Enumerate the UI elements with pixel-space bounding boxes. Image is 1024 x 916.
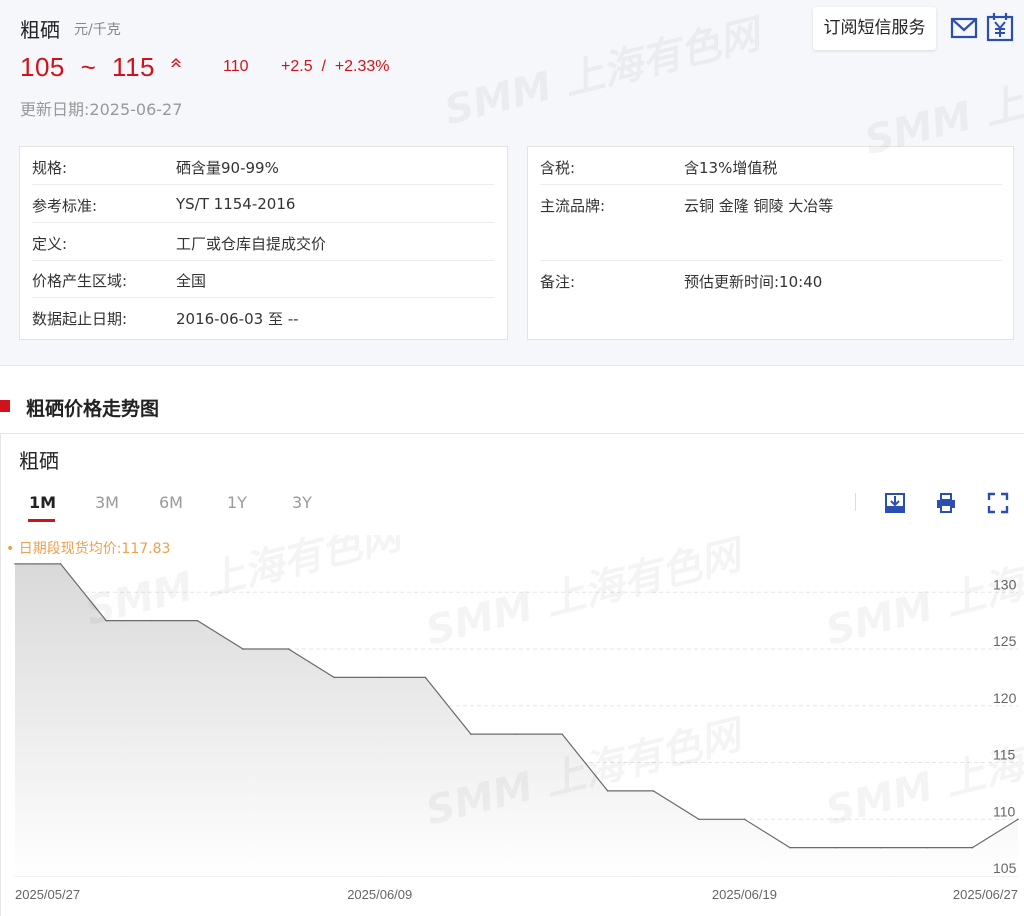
price-change: +2.5 / +2.33% [281, 58, 390, 75]
x-tick-label: 2025/06/19 [712, 887, 777, 902]
spec-key: 价格产生区域: [32, 272, 128, 290]
toolbar-divider [855, 493, 856, 511]
spec-row: 备注: 预估更新时间:10:40 [540, 261, 1002, 299]
price-low: 105 [20, 52, 65, 82]
update-label: 更新日期: [20, 100, 90, 119]
data-point [971, 846, 974, 849]
subscribe-sms-button[interactable]: 订阅短信服务 [813, 7, 936, 50]
data-point [196, 619, 199, 622]
spec-row: 数据起止日期: 2016-06-03 至 -- [32, 298, 494, 336]
average-price-label: • 日期段现货均价:117.83 [6, 540, 170, 557]
spec-value: 硒含量90-99% [176, 159, 279, 177]
y-tick-label: 110 [993, 803, 1016, 819]
spec-key: 参考标准: [32, 197, 98, 215]
price-range: 105 ~ 115 [20, 52, 155, 83]
spec-row: 主流品牌: 云铜 金隆 铜陵 大冶等 [540, 185, 1002, 261]
chart-product-name: 粗硒 [19, 449, 59, 473]
spec-row: 价格产生区域: 全国 [32, 260, 494, 298]
product-summary-panel: 粗硒 元/千克 105 ~ 115 110 +2.5 / +2.33% 更新日期… [0, 0, 1024, 366]
data-point [880, 846, 883, 849]
data-point [926, 846, 928, 849]
mail-icon[interactable] [950, 14, 978, 42]
spec-value: 云铜 金隆 铜陵 大冶等 [684, 197, 834, 215]
spec-key: 备注: [540, 273, 576, 291]
data-point [515, 733, 518, 735]
spec-value: YS/T 1154-2016 [176, 195, 296, 213]
product-title: 粗硒 [20, 18, 60, 42]
x-tick-label: 2025/06/27 [953, 887, 1018, 902]
fullscreen-icon[interactable] [987, 492, 1009, 514]
data-point [333, 676, 335, 679]
spec-row: 规格: 硒含量90-99% [32, 147, 494, 185]
tab-3m[interactable]: 3M [95, 493, 119, 512]
spec-value: 全国 [176, 272, 207, 290]
data-point [14, 563, 16, 565]
legend-bullet: • [6, 541, 14, 557]
product-unit: 元/千克 [74, 22, 121, 38]
data-point [1017, 818, 1019, 821]
tab-1m[interactable]: 1M [29, 493, 56, 512]
print-icon[interactable] [935, 492, 957, 514]
section-title: 粗硒价格走势图 [26, 398, 160, 420]
data-point [561, 733, 563, 735]
update-date: 更新日期:2025-06-27 [20, 96, 182, 120]
data-point [743, 818, 746, 821]
spec-value: 2016-06-03 至 -- [176, 310, 299, 328]
data-point [378, 676, 381, 679]
tab-1y[interactable]: 1Y [227, 493, 247, 512]
y-tick-label: 125 [993, 633, 1017, 649]
spec-table-left: 规格: 硒含量90-99% 参考标准: YS/T 1154-2016 定义: 工… [19, 146, 508, 340]
update-value: 2025-06-27 [89, 100, 183, 119]
data-point [698, 818, 700, 821]
spec-value: 工厂或仓库自提成交价 [176, 235, 327, 253]
price-high: 115 [112, 52, 155, 82]
price-trend-chart: 105110115120125130 2025/05/27 2025/06/09 2… [6, 535, 1024, 902]
x-axis-ticks: 2025/05/27 2025/06/09 2025/06/19 2025/06/27 [15, 887, 1018, 902]
spec-key: 含税: [540, 159, 576, 177]
spec-value: 预估更新时间:10:40 [684, 273, 823, 291]
spec-row: 含税: 含13%增值税 [540, 147, 1002, 185]
data-point [287, 648, 290, 650]
data-point [150, 619, 153, 622]
price-up-icon [171, 58, 181, 67]
tab-6m[interactable]: 6M [159, 493, 183, 512]
data-point [652, 790, 655, 792]
data-point [59, 563, 62, 565]
x-tick-label: 2025/05/27 [15, 887, 80, 902]
spec-row: 参考标准: YS/T 1154-2016 [32, 185, 494, 223]
spec-key: 数据起止日期: [32, 310, 128, 328]
yuan-calendar-icon[interactable] [986, 12, 1014, 42]
y-tick-label: 120 [993, 690, 1017, 706]
data-point [424, 676, 427, 679]
data-point [834, 846, 837, 849]
spec-value: 含13%增值税 [684, 159, 778, 177]
x-tick-label: 2025/06/09 [347, 887, 412, 902]
spec-table-right: 含税: 含13%增值税 主流品牌: 云铜 金隆 铜陵 大冶等 备注: 预估更新时… [527, 146, 1014, 340]
watermark: SMM 上海有色网 [438, 2, 765, 136]
section-marker [0, 400, 10, 412]
active-tab-indicator [28, 519, 55, 522]
spec-key: 规格: [32, 159, 68, 177]
price-separator: ~ [80, 52, 97, 82]
y-tick-label: 105 [993, 860, 1017, 876]
tab-3y[interactable]: 3Y [292, 493, 312, 512]
watermark: SMM 上海有色网 [421, 535, 751, 655]
price-average: 110 [223, 58, 249, 75]
data-point [470, 733, 472, 735]
download-icon[interactable] [884, 492, 906, 514]
spec-key: 定义: [32, 235, 68, 253]
spec-key: 主流品牌: [540, 197, 606, 215]
data-point [242, 648, 244, 650]
spec-row: 定义: 工厂或仓库自提成交价 [32, 223, 494, 261]
data-point [789, 846, 791, 849]
legend-text: 日期段现货均价:117.83 [19, 540, 171, 557]
